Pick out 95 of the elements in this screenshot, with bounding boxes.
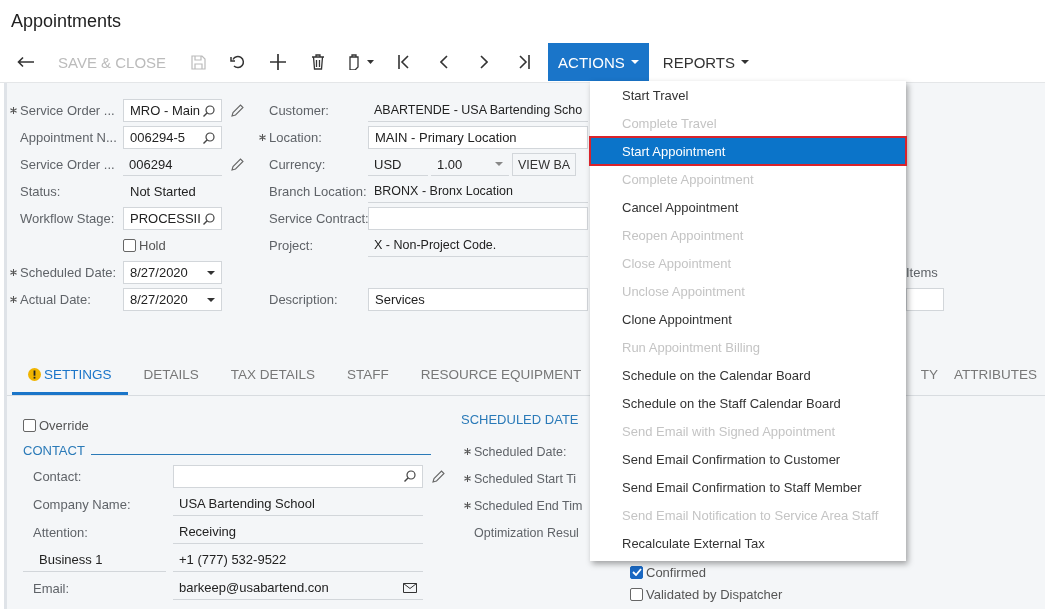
pencil-icon[interactable] bbox=[231, 104, 244, 117]
checkbox-label: Hold bbox=[139, 238, 166, 253]
first-icon bbox=[398, 55, 411, 69]
dropdown-icon bbox=[207, 270, 215, 275]
field-label: Scheduled End Tim bbox=[474, 498, 583, 513]
field-value: Not Started bbox=[129, 183, 197, 201]
envelope-icon[interactable] bbox=[403, 582, 417, 593]
input-field[interactable]: Services bbox=[368, 288, 588, 311]
field-label: Actual Date: bbox=[20, 292, 92, 307]
text-field[interactable]: USA Bartending School bbox=[173, 492, 423, 516]
search-icon bbox=[404, 470, 416, 482]
menu-item[interactable]: Cancel Appointment bbox=[590, 193, 906, 221]
checkbox[interactable] bbox=[123, 239, 136, 252]
tab[interactable]: ATTRIBUTES bbox=[946, 357, 1045, 395]
section-title: SCHEDULED DATE bbox=[461, 412, 579, 429]
pencil-icon[interactable] bbox=[231, 158, 244, 171]
input-field[interactable] bbox=[368, 207, 588, 230]
field-label: Items bbox=[906, 265, 938, 280]
caret-icon bbox=[741, 60, 750, 64]
page-title: Appointments bbox=[11, 10, 122, 32]
tab[interactable]: TAX DETAILS bbox=[214, 357, 332, 395]
menu-item[interactable]: Clone Appointment bbox=[590, 305, 906, 333]
checkbox[interactable] bbox=[630, 587, 643, 601]
tab[interactable]: TY bbox=[912, 357, 946, 395]
search-icon bbox=[203, 212, 215, 225]
chevron-left-icon bbox=[440, 55, 449, 69]
tab[interactable]: DETAILS bbox=[127, 357, 215, 395]
last-icon bbox=[518, 55, 531, 69]
text-field[interactable]: ABARTENDE - USA Bartending Scho bbox=[368, 99, 588, 122]
lookup-field[interactable]: PROCESSII bbox=[123, 207, 222, 230]
menu-item[interactable]: Send Email Confirmation to Staff Member bbox=[590, 473, 906, 501]
input-field[interactable]: MAIN - Primary Location bbox=[368, 126, 588, 149]
text-field[interactable]: X - Non-Project Code. bbox=[368, 234, 588, 257]
field-label: Attention: bbox=[32, 524, 89, 540]
caret-icon bbox=[630, 60, 639, 64]
field-label: Scheduled Start Ti bbox=[474, 471, 577, 486]
currency-field[interactable]: USD bbox=[368, 153, 428, 176]
field-label: Service Order ... bbox=[20, 103, 116, 118]
field-label: Customer: bbox=[269, 103, 330, 118]
trash-icon bbox=[311, 54, 326, 70]
text-field[interactable]: BRONX - Bronx Location bbox=[368, 180, 588, 203]
actions-button[interactable]: ACTIONS bbox=[548, 43, 649, 81]
field-label: Company Name: bbox=[32, 496, 132, 512]
field-label: Service Order ... bbox=[20, 157, 116, 172]
field-label: Description: bbox=[269, 292, 339, 307]
back-arrow-icon bbox=[17, 56, 35, 68]
field-label: Workflow Stage: bbox=[20, 211, 116, 226]
lookup-field[interactable]: MRO - Main bbox=[123, 99, 222, 122]
checkbox-label: Validated by Dispatcher bbox=[646, 586, 783, 602]
lookup-field[interactable]: 006294-5 bbox=[123, 126, 222, 149]
save-icon bbox=[190, 54, 206, 70]
field-label: Contact: bbox=[32, 468, 83, 484]
field-label: Status: bbox=[20, 184, 62, 199]
field-label: Currency: bbox=[269, 157, 327, 172]
clipboard-caret-icon bbox=[348, 54, 375, 70]
dropdown-icon bbox=[207, 297, 215, 302]
date-field[interactable]: 8/27/2020 bbox=[123, 288, 222, 311]
tab[interactable]: SETTINGS bbox=[12, 357, 128, 395]
field-label: Branch Location: bbox=[269, 184, 368, 199]
view-base-button[interactable]: VIEW BA bbox=[512, 153, 577, 176]
field-label: Optimization Resul bbox=[474, 525, 579, 540]
dropdown-icon bbox=[495, 162, 503, 166]
text-field[interactable]: +1 (777) 532-9522 bbox=[173, 548, 423, 572]
date-field[interactable]: 8/27/2020 bbox=[123, 261, 222, 284]
checkbox[interactable] bbox=[23, 418, 36, 432]
section-title: CONTACT bbox=[23, 442, 85, 458]
field-label: Email: bbox=[32, 580, 71, 596]
phone-type-field[interactable]: Business 1 bbox=[23, 548, 166, 572]
plus-icon bbox=[270, 54, 287, 70]
text-field[interactable]: Receiving bbox=[173, 520, 423, 544]
search-icon bbox=[203, 104, 215, 117]
field-label: Location: bbox=[269, 130, 323, 145]
field-label: Scheduled Date: bbox=[474, 444, 567, 459]
chevron-right-icon bbox=[480, 55, 489, 69]
pencil-icon[interactable] bbox=[432, 469, 445, 483]
menu-item[interactable]: Send Email Confirmation to Customer bbox=[590, 445, 906, 473]
search-icon bbox=[203, 131, 215, 144]
checkbox-label: Override bbox=[39, 417, 89, 433]
menu-item[interactable]: Start Travel bbox=[590, 81, 906, 109]
input-field[interactable] bbox=[906, 288, 944, 311]
field-label: Appointment N... bbox=[20, 130, 118, 145]
checkbox[interactable] bbox=[630, 565, 643, 579]
undo-icon bbox=[230, 55, 247, 69]
email-field[interactable]: barkeep@usabartend.con bbox=[173, 576, 423, 600]
text-field[interactable]: 006294 bbox=[123, 153, 222, 176]
checkbox-label: Confirmed bbox=[646, 564, 706, 580]
tab[interactable]: STAFF bbox=[331, 357, 405, 395]
menu-item[interactable]: Recalculate External Tax bbox=[590, 529, 906, 557]
field-label: Service Contract: bbox=[269, 211, 368, 226]
menu-item[interactable]: Start Appointment bbox=[590, 137, 906, 165]
rate-field[interactable]: 1.00 bbox=[431, 153, 509, 176]
field-label: Scheduled Date: bbox=[20, 265, 118, 280]
field-label: Project: bbox=[269, 238, 315, 253]
reports-button[interactable]: REPORTS bbox=[652, 43, 760, 81]
lookup-field[interactable] bbox=[173, 464, 423, 488]
